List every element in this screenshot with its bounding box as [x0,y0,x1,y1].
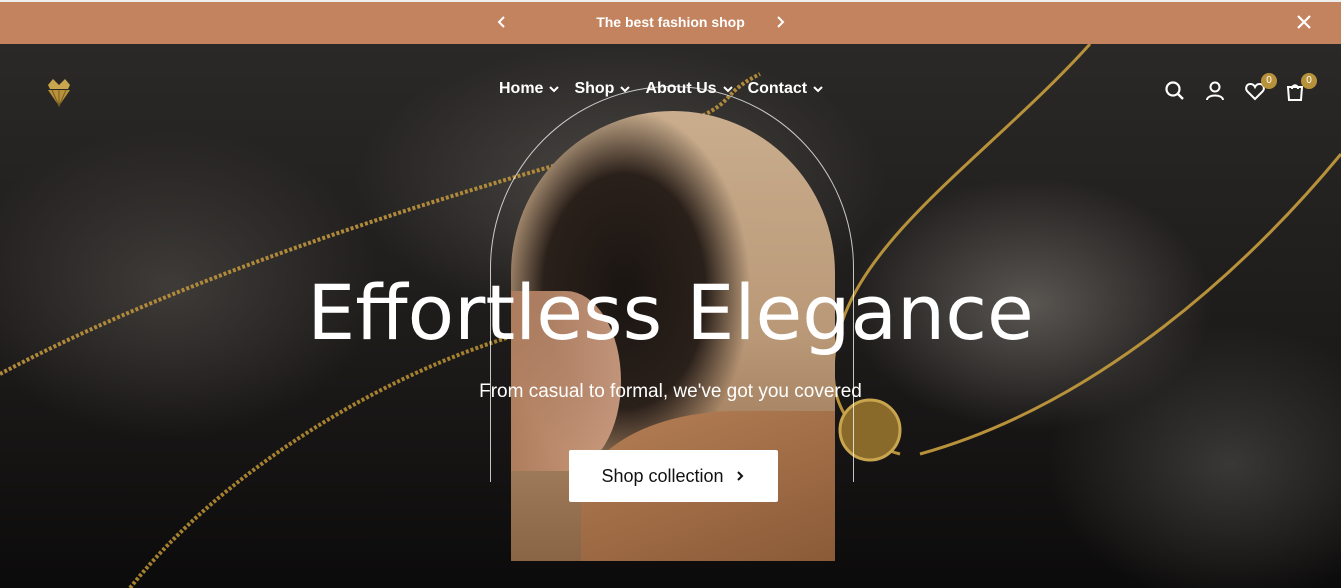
nav-label: Shop [574,80,615,97]
nav-item-contact[interactable]: Contact [748,80,825,98]
chevron-down-icon [813,86,823,93]
cart-button[interactable]: 0 [1284,73,1317,102]
nav-item-about-us[interactable]: About Us [645,80,733,98]
nav-item-shop[interactable]: Shop [574,80,631,98]
chevron-down-icon [620,86,631,93]
hero-banner: Effortless Elegance From casual to forma… [0,44,1341,588]
close-icon [1297,15,1311,29]
crown-diamond-logo [48,79,70,108]
account-button[interactable] [1204,80,1226,102]
search-icon [1165,81,1184,100]
chevron-down-icon [549,86,560,93]
nav-label: Contact [747,80,808,97]
shop-collection-button[interactable]: Shop collection [569,450,778,502]
announcement-next-button[interactable] [770,12,790,32]
chevron-down-icon [722,86,733,93]
hero-subtitle: From casual to formal, we've got you cov… [479,381,862,402]
shop-collection-label: Shop collection [601,465,724,486]
hero-title: Effortless Elegance [307,268,1034,357]
announcement-close-button[interactable] [1294,12,1314,32]
announcement-text: The best fashion shop [596,14,745,30]
store-logo[interactable] [42,75,76,109]
nav-label: About Us [645,80,717,97]
main-nav: Home Shop About Us Contact [499,80,824,98]
chevron-right-icon [736,471,743,481]
wishlist-button[interactable]: 0 [1244,73,1277,102]
cart-count-badge: 0 [1301,73,1317,89]
search-button[interactable] [1164,80,1186,102]
user-icon [1206,81,1224,101]
announcement-bar: The best fashion shop [0,0,1341,44]
nav-item-home[interactable]: Home [499,80,560,98]
nav-label: Home [499,80,544,97]
wishlist-count-badge: 0 [1261,73,1277,89]
header-actions: 0 0 [1164,73,1317,102]
chevron-right-icon [777,16,785,28]
